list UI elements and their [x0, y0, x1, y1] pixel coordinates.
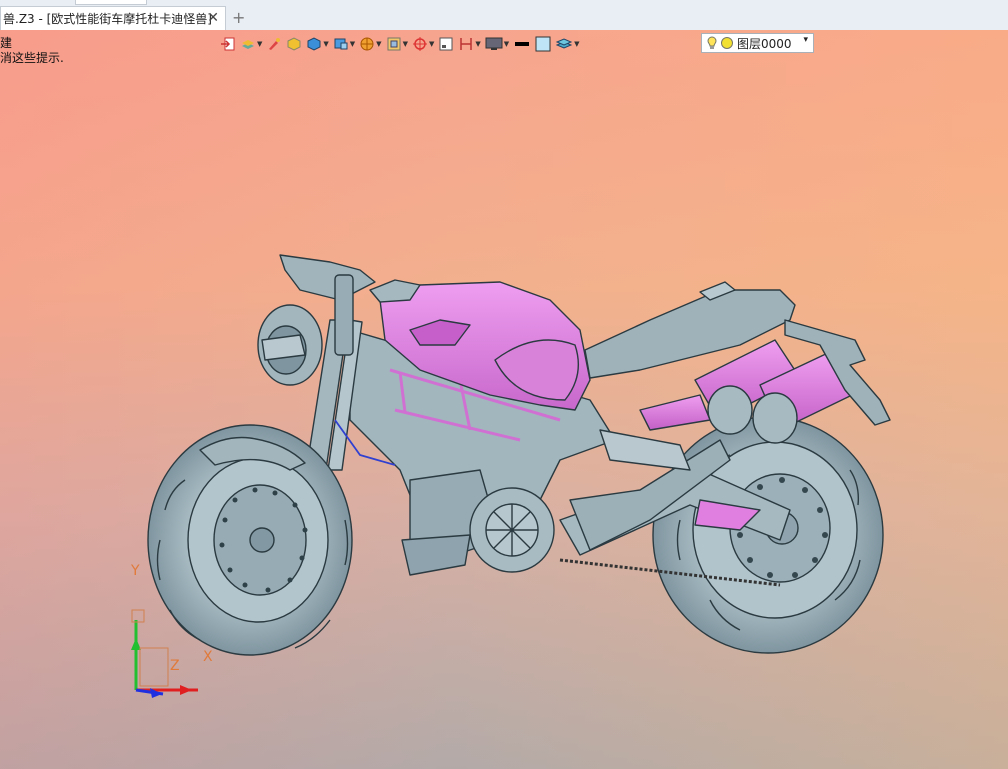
axis-label-x: X — [203, 649, 213, 665]
tab-bar: 兽.Z3 - [欧式性能街车摩托杜卡迪怪兽] ✕ + — [0, 0, 1008, 31]
brush-button[interactable] — [266, 34, 282, 54]
close-icon[interactable]: ✕ — [207, 10, 219, 26]
solid-cube-icon — [307, 37, 321, 51]
frame-icon — [439, 37, 453, 51]
view-box-button[interactable]: ▼ — [333, 34, 355, 54]
lightbulb-icon — [707, 36, 717, 49]
3d-viewport[interactable]: Y X Z — [0, 30, 1008, 769]
layer-sheets-button[interactable]: ▼ — [555, 34, 580, 54]
fill-color-button[interactable] — [535, 34, 551, 54]
layer-value: 图层0000 — [737, 36, 792, 51]
line-style-icon — [515, 42, 530, 46]
document-tab[interactable]: 兽.Z3 - [欧式性能街车摩托杜卡迪怪兽] ✕ — [0, 6, 226, 30]
line-style-button[interactable] — [513, 34, 531, 54]
new-tab-button[interactable]: + — [232, 8, 245, 27]
target-icon — [412, 37, 427, 51]
layer-select[interactable]: 图层0000 ▾ — [701, 33, 814, 53]
view-toolbar: ▼ ▼ ▼ ▼ ▼ ▼ ▼ ▼ ▼ — [220, 33, 584, 55]
exit-button[interactable] — [220, 34, 236, 54]
dimension-icon — [460, 38, 473, 50]
solid-cube-button[interactable]: ▼ — [306, 34, 329, 54]
hint-line-1: 建 — [0, 36, 13, 50]
fill-color-icon — [535, 36, 551, 52]
shaded-box-button[interactable] — [286, 34, 302, 54]
layer-color-icon — [721, 37, 733, 49]
frame-button[interactable] — [438, 34, 454, 54]
document-tab-title: 兽.Z3 - [欧式性能街车摩托杜卡迪怪兽] — [3, 12, 212, 26]
headlight — [257, 304, 323, 386]
layer-stack-icon — [242, 40, 254, 49]
layer-sheets-icon — [555, 38, 573, 49]
sphere-icon — [360, 37, 374, 51]
monitor-button[interactable]: ▼ — [485, 34, 509, 54]
hint-text: 建 消这些提示. — [0, 36, 64, 66]
shaded-box-icon — [287, 37, 301, 51]
axis-label-z: Z — [170, 658, 180, 674]
exit-icon — [221, 37, 235, 51]
tab-overflow-strip[interactable] — [75, 0, 147, 5]
axis-triad[interactable] — [118, 590, 228, 705]
hint-line-2: 消这些提示. — [0, 51, 64, 65]
fit-view-icon — [387, 37, 401, 51]
view-box-icon — [334, 38, 348, 50]
sphere-button[interactable]: ▼ — [359, 34, 382, 54]
monitor-icon — [485, 37, 503, 50]
chevron-down-icon[interactable]: ▾ — [803, 35, 808, 45]
fit-view-button[interactable]: ▼ — [386, 34, 408, 54]
brush-icon — [269, 38, 281, 50]
target-button[interactable]: ▼ — [412, 34, 434, 54]
layer-stack-button[interactable]: ▼ — [240, 34, 262, 54]
dimension-button[interactable]: ▼ — [458, 34, 481, 54]
axis-label-y: Y — [131, 563, 140, 579]
